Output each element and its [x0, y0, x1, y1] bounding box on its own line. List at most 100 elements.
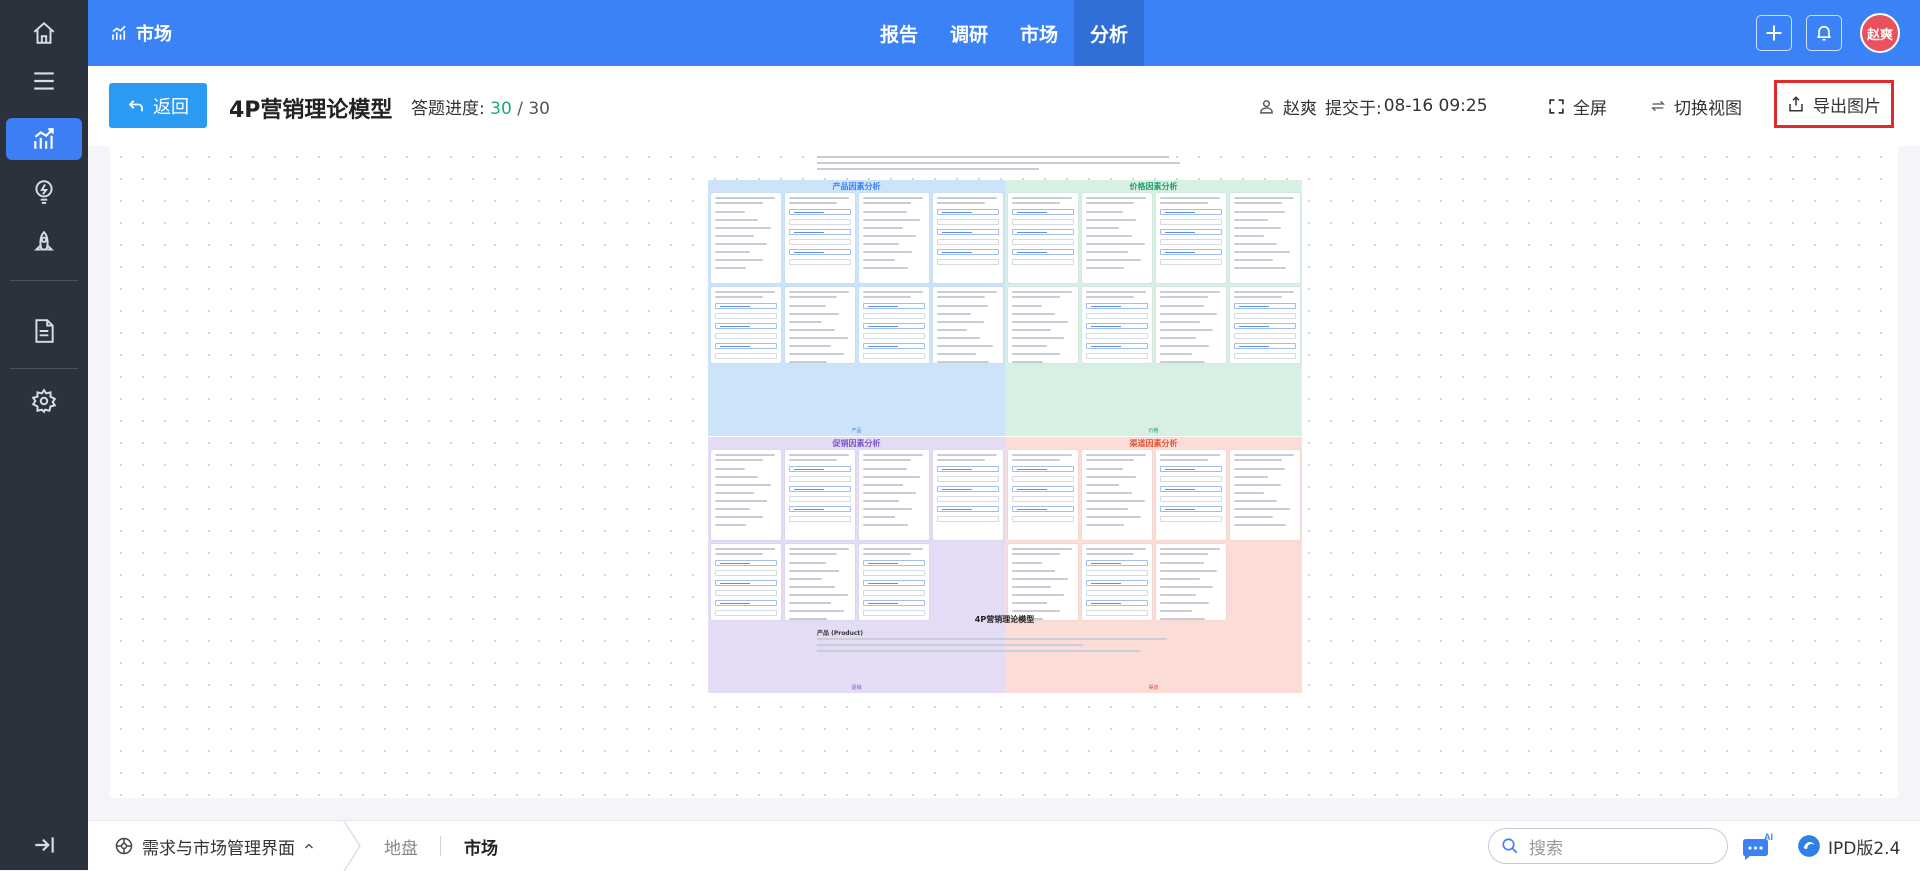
status-bar: 需求与市场管理界面 地盘 市场 搜索 AI IPD版2.4	[88, 820, 1920, 871]
export-label: 导出图片	[1813, 96, 1881, 117]
quadrant-title: 促销因素分析	[832, 439, 881, 448]
tab-market[interactable]: 市场	[1004, 0, 1074, 66]
progress-done: 30	[490, 99, 512, 119]
document-bottom-title: 4P营销理论模型	[974, 615, 1035, 624]
question-card	[711, 287, 781, 363]
export-image-button[interactable]: 导出图片	[1774, 80, 1894, 128]
quadrant-title: 渠道因素分析	[1129, 439, 1178, 448]
question-card	[1156, 544, 1226, 620]
plus-icon	[1766, 25, 1782, 41]
add-button[interactable]	[1756, 15, 1792, 51]
question-card	[1156, 193, 1226, 283]
progress-indicator: 答题进度: 30 / 30	[411, 94, 550, 119]
search-icon	[1502, 838, 1518, 854]
avatar[interactable]: 赵爽	[1860, 13, 1900, 53]
home-icon[interactable]	[6, 12, 82, 54]
quadrant-title: 产品因素分析	[832, 182, 881, 191]
gear-icon[interactable]	[6, 380, 82, 422]
question-card	[1082, 193, 1152, 283]
logo-icon	[1798, 835, 1820, 857]
question-card	[859, 544, 929, 620]
back-button[interactable]: 返回	[109, 83, 207, 128]
document-icon[interactable]	[6, 310, 82, 352]
intro-paragraph	[817, 154, 1187, 174]
question-card	[933, 193, 1003, 283]
collapse-icon[interactable]	[6, 824, 82, 866]
fullscreen-button[interactable]: 全屏	[1548, 86, 1607, 126]
section-text	[817, 638, 1197, 656]
submitted-time: 08-16 09:25	[1383, 96, 1488, 116]
rocket-icon[interactable]	[6, 222, 82, 264]
question-card	[933, 287, 1003, 363]
fullscreen-label: 全屏	[1573, 98, 1607, 119]
question-card	[1230, 287, 1300, 363]
progress-total: 30	[528, 99, 550, 119]
module-title-label: 市场	[136, 24, 172, 45]
breadcrumb-item[interactable]: 地盘	[384, 821, 418, 871]
question-card	[785, 193, 855, 283]
question-card	[785, 287, 855, 363]
workspace-icon	[115, 837, 133, 855]
question-card	[1008, 287, 1078, 363]
ai-badge: AI	[1764, 832, 1773, 842]
question-card	[1230, 193, 1300, 283]
page-toolbar: 返回 4P营销理论模型 答题进度: 30 / 30 赵爽 提交于: 08-16 …	[88, 66, 1920, 146]
chart-icon[interactable]	[6, 118, 82, 160]
switch-view-label: 切换视图	[1674, 98, 1742, 119]
progress-label: 答题进度:	[411, 99, 485, 119]
question-card	[859, 450, 929, 540]
quadrant-footer: 产品	[851, 428, 862, 434]
top-header: 市场 报告 调研 市场 分析 赵爽	[88, 0, 1920, 66]
switch-view-button[interactable]: 切换视图	[1650, 86, 1742, 126]
back-button-label: 返回	[153, 96, 189, 118]
version-label: IPD版2.4	[1828, 838, 1901, 859]
notification-button[interactable]	[1806, 15, 1842, 51]
submitter-name: 赵爽	[1283, 98, 1317, 119]
question-card	[1082, 287, 1152, 363]
search-input[interactable]: 搜索	[1488, 828, 1728, 864]
question-card	[711, 450, 781, 540]
question-card	[785, 544, 855, 620]
tab-report[interactable]: 报告	[864, 0, 934, 66]
user-icon	[1260, 99, 1273, 114]
question-card	[933, 450, 1003, 540]
question-card	[711, 193, 781, 283]
question-card	[1230, 450, 1300, 540]
breadcrumb-item-current[interactable]: 市场	[464, 821, 498, 871]
lightbulb-icon[interactable]	[6, 170, 82, 212]
swap-icon	[1651, 100, 1665, 112]
tab-analysis[interactable]: 分析	[1074, 0, 1145, 66]
left-sidebar	[0, 0, 88, 870]
submitted-label: 提交于:	[1325, 98, 1382, 119]
menu-icon[interactable]	[6, 60, 82, 102]
bell-icon	[1817, 25, 1831, 41]
question-card	[859, 287, 929, 363]
version-info: IPD版2.4	[1796, 821, 1900, 871]
question-card	[1082, 544, 1152, 620]
question-card	[1156, 287, 1226, 363]
question-card	[1008, 544, 1078, 620]
module-title: 市场	[110, 0, 172, 66]
chart-icon	[112, 25, 126, 40]
workspace-switcher[interactable]: 需求与市场管理界面	[114, 821, 315, 871]
quadrant-footer: 促销	[851, 685, 862, 691]
workspace-label: 需求与市场管理界面	[142, 838, 295, 859]
analysis-canvas[interactable]: 产品因素分析 产品 价格因素分析 价格 促销因素分析 促销 渠道因素分析 渠道 …	[110, 146, 1898, 798]
progress-sep: /	[517, 99, 523, 119]
quadrant-title: 价格因素分析	[1129, 182, 1178, 191]
question-card	[859, 193, 929, 283]
section-heading: 产品 (Product)	[817, 630, 864, 637]
question-card	[1082, 450, 1152, 540]
question-card	[1008, 450, 1078, 540]
quadrant-footer: 渠道	[1148, 685, 1159, 691]
question-card	[711, 544, 781, 620]
model-document: 产品因素分析 产品 价格因素分析 价格 促销因素分析 促销 渠道因素分析 渠道 …	[707, 146, 1302, 798]
quadrant-footer: 价格	[1148, 428, 1159, 434]
question-card	[1156, 450, 1226, 540]
tab-research[interactable]: 调研	[934, 0, 1004, 66]
page-title: 4P营销理论模型	[229, 98, 393, 123]
question-card	[1008, 193, 1078, 283]
ai-assistant-icon[interactable]: AI	[1740, 831, 1776, 861]
header-tabs: 报告 调研 市场 分析	[864, 0, 1145, 66]
fullscreen-icon	[1549, 98, 1564, 114]
